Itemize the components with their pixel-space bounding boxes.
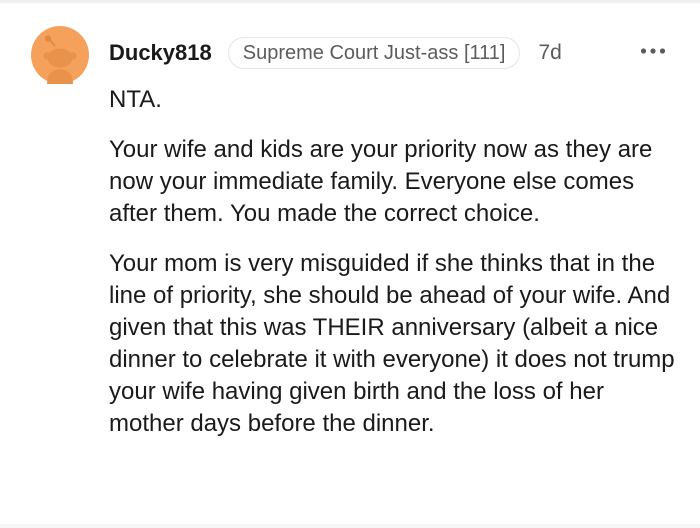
snoo-avatar-icon — [31, 26, 89, 84]
comment-timestamp: 7d — [538, 41, 562, 64]
comment-header: Ducky818 Supreme Court Just-ass [111] 7d — [109, 36, 562, 70]
comment-paragraph: Your mom is very misguided if she thinks… — [109, 250, 675, 437]
more-options-button[interactable] — [638, 38, 668, 64]
user-flair-badge: Supreme Court Just-ass [111] — [227, 37, 521, 69]
comment-author[interactable]: Ducky818 — [109, 40, 212, 66]
more-options-icon — [640, 48, 666, 54]
bottom-divider — [0, 524, 700, 528]
user-avatar[interactable] — [31, 26, 89, 84]
comment-paragraph: NTA. — [109, 86, 162, 113]
comment-body: NTA. Your wife and kids are your priorit… — [109, 84, 684, 440]
top-divider — [0, 0, 700, 3]
comment-paragraph: Your wife and kids are your priority now… — [109, 136, 653, 227]
